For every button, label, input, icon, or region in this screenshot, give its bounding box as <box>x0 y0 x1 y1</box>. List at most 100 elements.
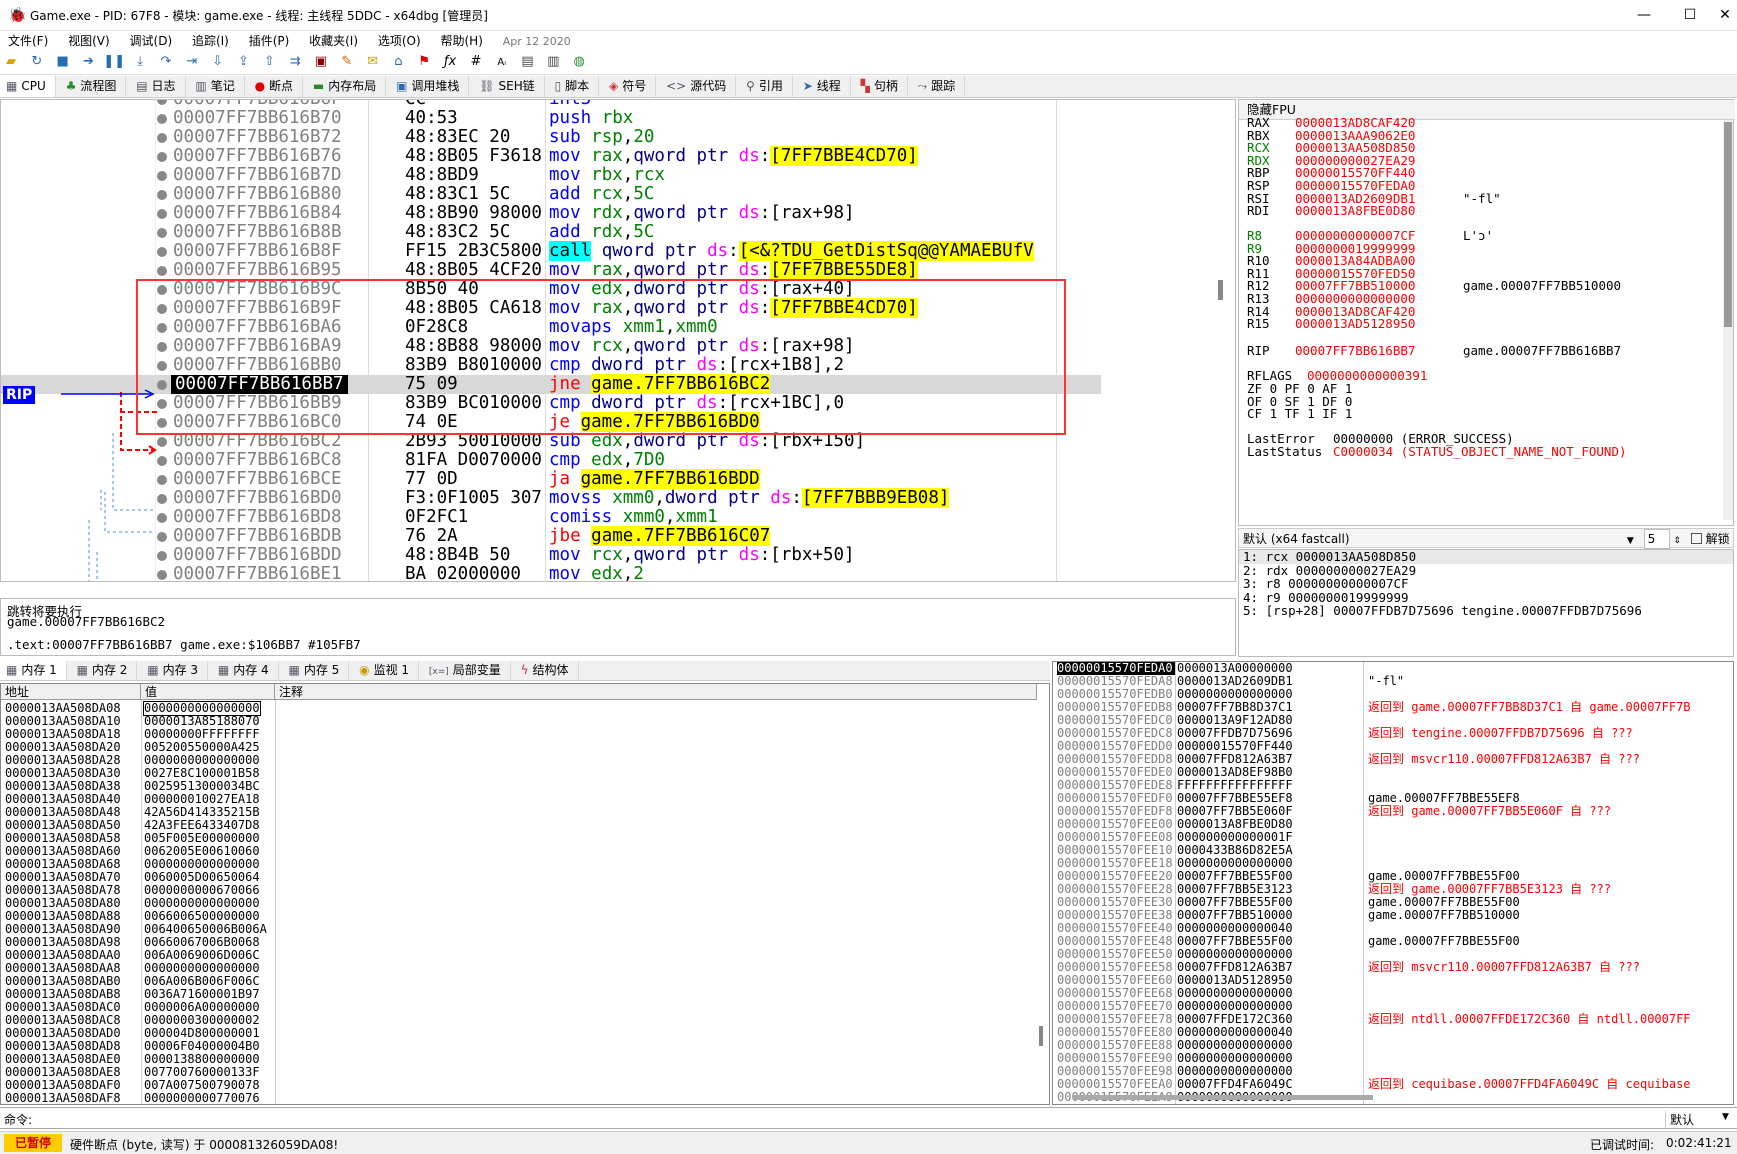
tab-log[interactable]: ▤ 日志 <box>130 76 186 97</box>
stack-row[interactable]: 00000015570FEEA0 00007FFD4FA6049C 返回到 cequ… <box>1053 1078 1733 1091</box>
registers-panel[interactable]: 隐藏FPU RAX 0000013AD8CAF420 RBX 0000013AAA90… <box>1238 99 1735 526</box>
patch-icon[interactable]: ✎ <box>336 51 358 73</box>
tab-notes[interactable]: ▥ 笔记 <box>189 76 245 97</box>
bookmark-icon[interactable]: ⚑ <box>413 51 435 73</box>
step-over-icon[interactable]: ↷ <box>155 51 177 73</box>
minimize-button[interactable]: — <box>1621 0 1667 31</box>
menu-favourites[interactable]: 收藏夹(I) <box>301 31 366 51</box>
register-row[interactable]: R15 0000013AD5128950 <box>1247 316 1463 331</box>
column-header-comment[interactable]: 注释 <box>275 684 1037 700</box>
menu-trace[interactable]: 追踪(I) <box>184 31 237 51</box>
stack-row[interactable]: 00000015570FEE48 00007FF7BBE55F00 game.000… <box>1053 935 1733 948</box>
arg-count-stepper[interactable]: 5 <box>1643 529 1670 549</box>
menu-file[interactable]: 文件(F) <box>0 31 56 51</box>
stack-row[interactable]: 00000015570FEE58 00007FFD812A63B7 返回到 msvc… <box>1053 961 1733 974</box>
pause-icon[interactable]: ❚❚ <box>103 51 125 73</box>
column-header-address[interactable]: 地址 <box>1 684 141 700</box>
tab-threads[interactable]: ➤ 线程 <box>797 76 851 97</box>
stack-row[interactable]: 00000015570FEE80 0000000000000040 <box>1053 1026 1733 1039</box>
menu-plugins[interactable]: 插件(P) <box>241 31 298 51</box>
tab-graph[interactable]: ♣ 流程图 <box>60 76 127 97</box>
execute-till-return-icon[interactable]: ⇧ <box>258 51 280 73</box>
stack-row[interactable]: 00000015570FEE90 0000000000000000 <box>1053 1052 1733 1065</box>
stack-row[interactable]: 00000015570FEDD8 00007FFD812A63B7 返回到 msvc… <box>1053 753 1733 766</box>
close-button[interactable]: ✕ <box>1713 0 1737 31</box>
stack-row[interactable]: 00000015570FEDB8 00007FF7BB8D37C1 返回到 game… <box>1053 701 1733 714</box>
menu-options[interactable]: 选项(O) <box>370 31 429 51</box>
stop-icon[interactable]: ■ <box>52 51 74 73</box>
chevron-down-icon[interactable]: ▼ <box>1627 536 1634 546</box>
stack-row[interactable]: 00000015570FEE88 0000000000000000 <box>1053 1039 1733 1052</box>
arguments-panel[interactable]: 1: rcx 0000013AA508D850 2: rdx 000000000… <box>1238 549 1734 657</box>
tab-memory-5[interactable]: ▦ 内存 5 <box>283 661 350 680</box>
label-icon[interactable]: ⌂ <box>387 51 409 73</box>
stack-row[interactable]: 00000015570FEDE0 0000013AD8EF98B0 <box>1053 766 1733 779</box>
disassembly-view[interactable]: 00007FF7BB616B6F CC int3 00007FF7BB616B70 40… <box>0 99 1236 582</box>
register-value[interactable]: 0000013AD5128950 <box>1295 316 1463 331</box>
tab-handles[interactable]: ▚ 句柄 <box>855 76 908 97</box>
tab-call-stack[interactable]: ▣ 调用堆栈 <box>390 76 470 97</box>
trace-into-icon[interactable]: ⇥ <box>181 51 203 73</box>
column-header-value[interactable]: 值 <box>141 684 275 700</box>
run-to-user-icon[interactable]: ⇪ <box>232 51 254 73</box>
tab-cpu[interactable]: ▦ CPU <box>0 76 56 97</box>
register-row[interactable]: RDI 0000013A8FBE0D80 <box>1247 203 1463 218</box>
tab-breakpoints[interactable]: ● 断点 <box>249 76 304 97</box>
stack-row[interactable]: 00000015570FEE68 0000000000000000 <box>1053 987 1733 1000</box>
stack-row[interactable]: 00000015570FEE38 00007FF7BB510000 game.000… <box>1053 909 1733 922</box>
open-icon[interactable]: ▰ <box>0 51 22 73</box>
animate-icon[interactable]: ⇉ <box>284 51 306 73</box>
scrollbar[interactable] <box>1723 120 1733 520</box>
maximize-button[interactable]: ☐ <box>1667 0 1713 31</box>
run-icon[interactable]: ➔ <box>77 51 99 73</box>
stack-row[interactable]: 00000015570FEE78 00007FFDE172C360 返回到 ntdl… <box>1053 1013 1733 1026</box>
tab-source[interactable]: <> 源代码 <box>660 76 737 97</box>
comment-icon[interactable]: ✉ <box>362 51 384 73</box>
tab-memory-3[interactable]: ▦ 内存 3 <box>141 661 209 680</box>
stack-view[interactable]: 00000015570FEDA0 0000013A00000000 00000015… <box>1052 661 1734 1105</box>
command-input[interactable] <box>40 1110 1660 1127</box>
calling-convention-select[interactable]: 默认 (x64 fastcall) <box>1243 530 1623 548</box>
trace-over-icon[interactable]: ⇩ <box>207 51 229 73</box>
stack-row[interactable]: 00000015570FEDC8 00007FFDB7D75696 返回到 teng… <box>1053 727 1733 740</box>
tab-symbols[interactable]: ◈ 符号 <box>603 76 657 97</box>
tab-memory-2[interactable]: ▦ 内存 2 <box>71 661 138 680</box>
stack-row[interactable]: 00000015570FEDA8 0000013AD2609DB1 "-fl" <box>1053 675 1733 688</box>
calculator-icon[interactable]: ▤ <box>517 51 539 73</box>
register-row[interactable]: RIP 00007FF7BB616BB7 game.00007FF7BB616BB7 <box>1247 343 1621 358</box>
settings-icon[interactable]: ▥ <box>542 51 564 73</box>
tab-script[interactable]: ▯ 脚本 <box>549 76 600 97</box>
hash-icon[interactable]: # <box>465 51 487 73</box>
tab-seh[interactable]: ⛓ SEH链 <box>473 76 545 97</box>
menu-view[interactable]: 视图(V) <box>60 31 118 51</box>
step-into-icon[interactable]: ⤓ <box>129 51 151 73</box>
restart-icon[interactable]: ↻ <box>26 51 48 73</box>
tab-watch-1[interactable]: ◉ 监视 1 <box>353 661 420 680</box>
menu-debug[interactable]: 调试(D) <box>122 31 181 51</box>
function-icon[interactable]: ƒx <box>439 51 461 73</box>
stack-row[interactable]: 00000015570FEE60 0000013AD5128950 <box>1053 974 1733 987</box>
stack-row[interactable]: 00000015570FEE00 0000013A8FBE0D80 <box>1053 818 1733 831</box>
register-value[interactable]: 00007FF7BB616BB7 <box>1295 343 1463 358</box>
tab-trace[interactable]: ⤳ 跟踪 <box>912 76 966 97</box>
flags-row[interactable]: CF 1 TF 1 IF 1 <box>1247 406 1352 421</box>
tab-memory-1[interactable]: ▦ 内存 1 <box>0 661 67 680</box>
globe-icon[interactable]: ◍ <box>568 51 590 73</box>
tab-memory-4[interactable]: ▦ 内存 4 <box>212 661 279 680</box>
stack-row[interactable]: 00000015570FEDF8 00007FF7BB5E060F 返回到 game… <box>1053 805 1733 818</box>
register-value[interactable]: 0000013A8FBE0D80 <box>1295 203 1463 218</box>
stack-row[interactable]: 00000015570FEE08 000000000000001F <box>1053 831 1733 844</box>
chevron-down-icon[interactable]: ▼ <box>1722 1112 1729 1122</box>
scylla-icon[interactable]: ▣ <box>310 51 332 73</box>
tab-references[interactable]: ⚲ 引用 <box>740 76 793 97</box>
tab-locals[interactable]: [x=] 局部变量 <box>423 661 511 680</box>
memory-dump-view[interactable]: 地址 值 注释 0000013AA508DA08 0000000000000000… <box>0 683 1050 1105</box>
font-icon[interactable]: Aᵢ <box>491 52 513 74</box>
stepper-icon[interactable]: ⇕ <box>1673 536 1681 546</box>
horizontal-scrollbar[interactable] <box>1073 1095 1373 1100</box>
stack-row[interactable]: 00000015570FEE10 0000433B86D82E5A <box>1053 844 1733 857</box>
scrollbar-thumb[interactable] <box>1218 280 1223 300</box>
scrollbar-thumb[interactable] <box>1724 122 1732 327</box>
tab-struct[interactable]: ϟ 结构体 <box>515 661 579 680</box>
command-mode-select[interactable]: 默认 <box>1665 1111 1717 1128</box>
